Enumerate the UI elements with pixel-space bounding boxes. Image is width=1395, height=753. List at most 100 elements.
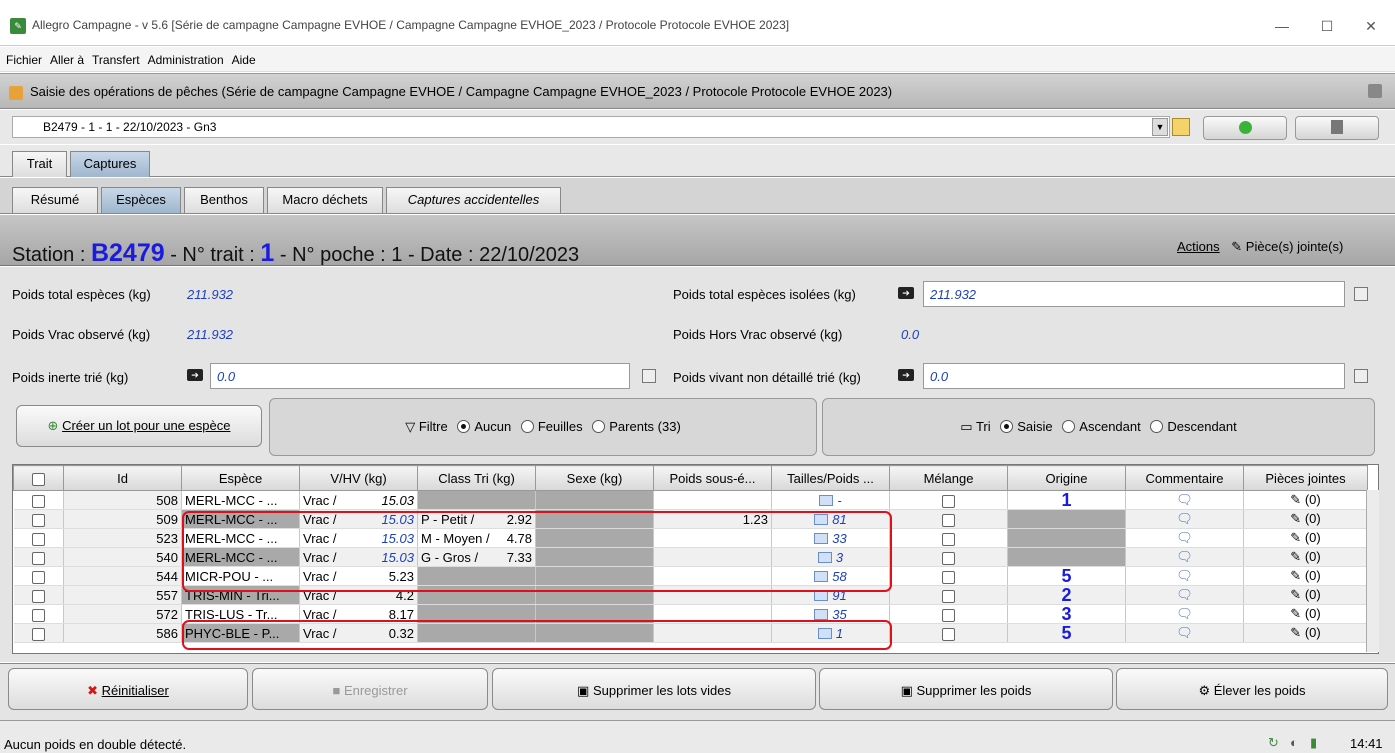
col-tailles-poids[interactable]: Tailles/Poids ... [771, 465, 890, 491]
delete-empty-lots-button[interactable]: ▣ Supprimer les lots vides [492, 668, 816, 710]
menu-aide[interactable]: Aide [228, 47, 260, 67]
col-origine[interactable]: Origine [1007, 465, 1126, 491]
comment-icon[interactable]: 🗨 [1125, 509, 1244, 529]
row-pieces-jointes[interactable]: ✎ (0) [1243, 604, 1368, 624]
row-origine[interactable] [1007, 509, 1126, 529]
row-origine[interactable] [1007, 528, 1126, 548]
reset-button[interactable]: ✖ Réinitialiser [8, 668, 248, 710]
attachments-link[interactable]: Pièce(s) jointe(s) [1246, 239, 1344, 254]
row-origine[interactable]: 3 [1007, 604, 1126, 624]
row-melange-checkbox[interactable] [889, 566, 1008, 586]
calculator-icon[interactable] [1354, 287, 1368, 301]
col-vhv[interactable]: V/HV (kg) [299, 465, 418, 491]
menu-transfert[interactable]: Transfert [88, 47, 144, 67]
col-pieces-jointes[interactable]: Pièces jointes [1243, 465, 1368, 491]
row-pieces-jointes[interactable]: ✎ (0) [1243, 547, 1368, 567]
row-melange-checkbox[interactable] [889, 490, 1008, 510]
col-commentaire[interactable]: Commentaire [1125, 465, 1244, 491]
filter-aucun-radio[interactable] [457, 420, 471, 433]
row-pieces-jointes[interactable]: ✎ (0) [1243, 566, 1368, 586]
row-checkbox[interactable] [13, 604, 64, 624]
row-pieces-jointes[interactable]: ✎ (0) [1243, 509, 1368, 529]
poids-inerte-field[interactable]: 0.0 [210, 363, 630, 389]
row-melange-checkbox[interactable] [889, 509, 1008, 529]
col-poids-sous-echantillon[interactable]: Poids sous-é... [653, 465, 772, 491]
row-checkbox[interactable] [13, 623, 64, 643]
row-checkbox[interactable] [13, 547, 64, 567]
row-origine[interactable]: 5 [1007, 566, 1126, 586]
sort-saisie-radio[interactable] [1000, 420, 1014, 433]
row-melange-checkbox[interactable] [889, 528, 1008, 548]
tab-captures-accidentelles[interactable]: Captures accidentelles [386, 187, 561, 213]
row-sexe[interactable] [535, 490, 654, 510]
create-lot-button[interactable]: ⊕ Créer un lot pour une espèce [16, 405, 262, 447]
filter-feuilles-radio[interactable] [520, 420, 534, 433]
poids-isolees-field[interactable]: 211.932 [923, 281, 1345, 307]
close-button[interactable]: ✕ [1356, 14, 1386, 38]
row-class-tri[interactable] [417, 490, 536, 510]
menu-aller-a[interactable]: Aller à [46, 47, 88, 67]
comment-icon[interactable]: 🗨 [1125, 566, 1244, 586]
row-checkbox[interactable] [13, 585, 64, 605]
maximize-button[interactable]: ☐ [1312, 14, 1342, 38]
col-id[interactable]: Id [63, 465, 182, 491]
row-melange-checkbox[interactable] [889, 604, 1008, 624]
detach-icon[interactable] [1368, 84, 1382, 98]
comment-icon[interactable]: 🗨 [1125, 623, 1244, 643]
calculator-icon[interactable] [1354, 369, 1368, 383]
filter-parents-radio[interactable] [592, 420, 606, 433]
operation-select[interactable]: B2479 - 1 - 1 - 22/10/2023 - Gn3 [12, 116, 1170, 138]
comment-icon[interactable]: 🗨 [1125, 547, 1244, 567]
row-origine[interactable] [1007, 547, 1126, 567]
row-espece[interactable]: MERL-MCC - ... [181, 490, 300, 510]
col-melange[interactable]: Mélange [889, 465, 1008, 491]
tab-macro-dechets[interactable]: Macro déchets [267, 187, 383, 213]
menu-administration[interactable]: Administration [144, 47, 228, 67]
tab-benthos[interactable]: Benthos [184, 187, 264, 213]
save-button[interactable]: ■ Enregistrer [252, 668, 488, 710]
row-pieces-jointes[interactable]: ✎ (0) [1243, 623, 1368, 643]
tab-especes[interactable]: Espèces [101, 187, 181, 213]
row-tailles-poids[interactable]: - [771, 490, 890, 510]
edit-operation-icon[interactable] [1172, 118, 1190, 136]
poids-vivant-field[interactable]: 0.0 [923, 363, 1345, 389]
minimize-button[interactable]: — [1267, 14, 1297, 38]
sort-descendant-radio[interactable] [1150, 420, 1164, 433]
row-melange-checkbox[interactable] [889, 623, 1008, 643]
row-pieces-jointes[interactable]: ✎ (0) [1243, 585, 1368, 605]
row-checkbox[interactable] [13, 490, 64, 510]
col-class-tri[interactable]: Class Tri (kg) [417, 465, 536, 491]
raise-weights-button[interactable]: ⚙ Élever les poids [1116, 668, 1388, 710]
add-operation-button[interactable] [1203, 116, 1287, 140]
actions-link[interactable]: Actions [1177, 239, 1220, 254]
row-pieces-jointes[interactable]: ✎ (0) [1243, 490, 1368, 510]
row-origine[interactable]: 1 [1007, 490, 1126, 510]
tab-trait[interactable]: Trait [12, 151, 67, 177]
row-origine[interactable]: 5 [1007, 623, 1126, 643]
row-checkbox[interactable] [13, 509, 64, 529]
row-pieces-jointes[interactable]: ✎ (0) [1243, 528, 1368, 548]
row-melange-checkbox[interactable] [889, 547, 1008, 567]
table-scrollbar[interactable] [1366, 490, 1379, 652]
tab-resume[interactable]: Résumé [12, 187, 98, 213]
row-melange-checkbox[interactable] [889, 585, 1008, 605]
col-espece[interactable]: Espèce [181, 465, 300, 491]
delete-weights-button[interactable]: ▣ Supprimer les poids [819, 668, 1113, 710]
sort-ascendant-radio[interactable] [1062, 420, 1076, 433]
row-vhv[interactable]: Vrac /15.03 [299, 490, 418, 510]
row-checkbox[interactable] [13, 566, 64, 586]
row-checkbox[interactable] [13, 528, 64, 548]
comment-icon[interactable]: 🗨 [1125, 604, 1244, 624]
row-origine[interactable]: 2 [1007, 585, 1126, 605]
col-sexe[interactable]: Sexe (kg) [535, 465, 654, 491]
chevron-down-icon[interactable]: ▼ [1152, 118, 1168, 136]
select-all-checkbox[interactable] [13, 465, 64, 491]
tab-captures[interactable]: Captures [70, 151, 150, 177]
calculator-icon[interactable] [642, 369, 656, 383]
comment-icon[interactable]: 🗨 [1125, 528, 1244, 548]
menu-fichier[interactable]: Fichier [2, 47, 46, 67]
table-row[interactable]: 508 MERL-MCC - ... Vrac /15.03 - 1 🗨 ✎ (0) [13, 490, 1368, 510]
comment-icon[interactable]: 🗨 [1125, 585, 1244, 605]
row-poids-sous-echantillon[interactable] [653, 490, 772, 510]
delete-operation-button[interactable] [1295, 116, 1379, 140]
